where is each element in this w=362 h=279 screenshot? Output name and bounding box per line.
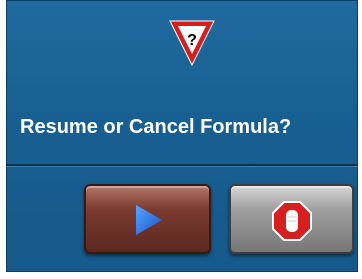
dialog-screen: ? Resume or Cancel Formula? [0,0,362,279]
svg-text:?: ? [187,32,197,49]
play-icon [136,205,162,235]
dialog-question: Resume or Cancel Formula? [20,116,292,138]
warning-question-icon: ? [169,20,215,67]
cancel-button[interactable] [229,184,354,254]
resume-button[interactable] [84,184,211,254]
dialog-divider [6,164,358,167]
stop-hand-icon [272,201,312,241]
